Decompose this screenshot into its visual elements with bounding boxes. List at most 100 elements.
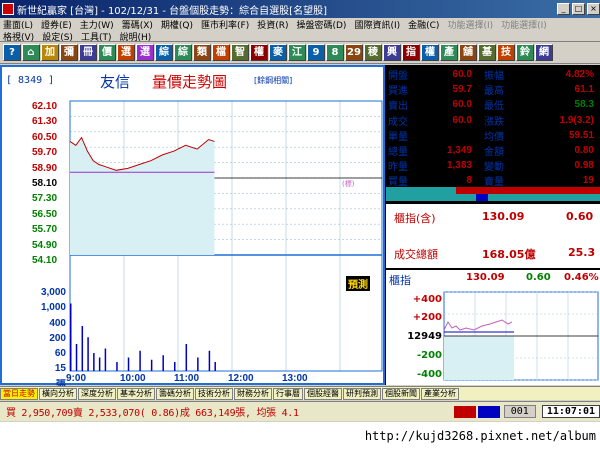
quote-row: 成交 60.0 漲跌 1.9(3.2) — [386, 113, 600, 128]
app-icon — [2, 3, 14, 15]
toolbar-button[interactable]: 技 — [497, 44, 515, 61]
volume-bar — [185, 344, 188, 371]
quote-value: 0.80 — [574, 145, 594, 157]
menu-item[interactable]: 投資(R) — [257, 18, 288, 31]
menu-item[interactable]: 操盤密碼(D) — [296, 18, 346, 31]
time-tick: 13:00 — [282, 373, 308, 384]
status-bar: 買 2,950,709賣 2,533,070( 0.86)成 663,149張,… — [0, 401, 600, 421]
volume-bar — [81, 326, 84, 371]
index-change: 0.60 — [566, 210, 594, 223]
toolbar-button[interactable]: 冊 — [79, 44, 97, 61]
menu-item[interactable]: 功能選擇(I) — [501, 18, 547, 31]
tab[interactable]: 橫向分析 — [39, 387, 77, 400]
price-tick: 58.90 — [32, 162, 58, 174]
menu-bar: 畫面(L) 證券(E) 主力(W) 籌碼(X) 期權(Q) 匯市利率(F) 投資(R) 操盤密… — [0, 18, 600, 43]
tab[interactable]: 基本分析 — [117, 387, 155, 400]
toolbar-button[interactable]: 網 — [535, 44, 553, 61]
tab[interactable]: 產業分析 — [421, 387, 459, 400]
toolbar-button[interactable]: 價 — [98, 44, 116, 61]
menu-item[interactable]: 設定(S) — [42, 30, 73, 43]
index-line — [443, 319, 513, 331]
toolbar-button[interactable]: 鈴 — [516, 44, 534, 61]
toolbar-button[interactable]: 選 — [136, 44, 154, 61]
toolbar-button[interactable]: 稜 — [364, 44, 382, 61]
menu-item[interactable]: 匯市利率(F) — [201, 18, 249, 31]
toolbar-button[interactable]: 加 — [41, 44, 59, 61]
toolbar-button[interactable]: 興 — [383, 44, 401, 61]
tab[interactable]: 個股新聞 — [382, 387, 420, 400]
toolbar-button[interactable]: 權 — [250, 44, 268, 61]
menu-item[interactable]: 金融(C) — [408, 18, 439, 31]
toolbar-button[interactable]: 8 — [326, 44, 344, 61]
stock-id: [ 8349 ] — [6, 75, 55, 86]
tab[interactable]: 財務分析 — [234, 387, 272, 400]
toolbar-button[interactable]: ? — [3, 44, 21, 61]
tab[interactable]: 當日走勢 — [0, 387, 38, 400]
quote-row: 單量 2 均價 59.51 — [386, 128, 600, 143]
price-tick: 55.70 — [32, 224, 58, 236]
tab[interactable]: 行事曆 — [273, 387, 303, 400]
volume-bar — [197, 357, 199, 371]
tab[interactable]: 研判預測 — [343, 387, 381, 400]
volume-bar — [98, 357, 101, 371]
toolbar-button[interactable]: 綜 — [174, 44, 192, 61]
quote-value: 1,383 — [446, 160, 472, 172]
toolbar-button[interactable]: 舖 — [459, 44, 477, 61]
volume-bar — [127, 357, 130, 371]
toolbar-button[interactable]: 麥 — [269, 44, 287, 61]
tab[interactable]: 個股經醫 — [304, 387, 342, 400]
chart-title: 量價走勢圖 — [152, 73, 228, 91]
toolbar-button[interactable]: 類 — [193, 44, 211, 61]
toolbar-button[interactable]: 選 — [117, 44, 135, 61]
toolbar-button[interactable]: 29 — [345, 44, 363, 61]
price-tick: 59.70 — [32, 147, 58, 159]
toolbar-button[interactable]: 9 — [307, 44, 325, 61]
menu-item[interactable]: 工具(T) — [81, 30, 112, 43]
menu-item[interactable]: 功能選擇(I) — [447, 18, 493, 31]
toolbar-button[interactable]: 江 — [288, 44, 306, 61]
volume-tick: 60 — [54, 348, 66, 359]
tab[interactable]: 籌碼分析 — [156, 387, 194, 400]
volume-bar — [174, 362, 176, 371]
menu-item[interactable]: 期權(Q) — [161, 18, 193, 31]
toolbar-button[interactable]: 彌 — [60, 44, 78, 61]
quote-label: 賣出 — [388, 101, 408, 113]
quote-label: 變動 — [484, 162, 504, 174]
menu-item[interactable]: 說明(H) — [119, 30, 151, 43]
quote-value: 1.9(3.2) — [559, 114, 594, 126]
toolbar-button[interactable]: ⌂ — [22, 44, 40, 61]
related-link[interactable]: [餘鋼相關] — [254, 75, 292, 86]
quote-label: 成交 — [388, 116, 408, 128]
toolbar-button[interactable]: 產 — [440, 44, 458, 61]
maximize-button[interactable]: □ — [572, 3, 585, 15]
forecast-button[interactable]: 預測 — [346, 276, 370, 291]
menu-row-1: 畫面(L) 證券(E) 主力(W) 籌碼(X) 期權(Q) 匯市利率(F) 投資(R) 操盤密… — [0, 18, 600, 31]
menu-item[interactable]: 國際資訊(I) — [354, 18, 400, 31]
price-tick: 56.50 — [32, 208, 58, 220]
toolbar-button[interactable]: 綜 — [155, 44, 173, 61]
time-tick: 9:00 — [66, 373, 87, 384]
volume-bar — [70, 303, 72, 371]
menu-item[interactable]: 格視(V) — [3, 30, 34, 43]
price-tick: 60.50 — [32, 131, 58, 143]
tab[interactable]: 技術分析 — [195, 387, 233, 400]
toolbar-button[interactable]: 權 — [421, 44, 439, 61]
price-tick: 58.10 — [32, 178, 58, 189]
toolbar-button[interactable]: 檔 — [212, 44, 230, 61]
blue-indicator-icon — [477, 405, 500, 418]
tab[interactable]: 深度分析 — [78, 387, 116, 400]
close-button[interactable]: × — [587, 3, 600, 15]
price-fill — [70, 178, 215, 255]
toolbar-button[interactable]: 智 — [231, 44, 249, 61]
page-number[interactable]: 001 — [503, 405, 536, 418]
index-chart: 櫃指 130.09 0.60 0.46% +400 +200 12949 -200 -4… — [386, 270, 600, 385]
toolbar-button[interactable]: 基 — [478, 44, 496, 61]
price-tick: 62.10 — [32, 101, 58, 112]
minimize-button[interactable]: _ — [557, 3, 570, 15]
quote-value: 19 — [582, 175, 594, 187]
index-tick: +400 — [412, 294, 442, 305]
price-tick: 54.90 — [32, 239, 58, 251]
time-tick: 10:00 — [120, 373, 146, 384]
quote-row: 賣出 60.0 最低 58.3 — [386, 97, 600, 112]
toolbar-button[interactable]: 指 — [402, 44, 420, 61]
